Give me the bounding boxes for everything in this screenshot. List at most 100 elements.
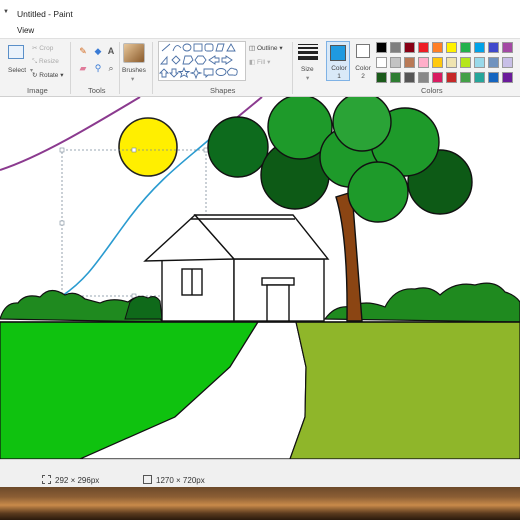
palette-swatch[interactable]: [418, 57, 429, 68]
outline-button[interactable]: Outline: [257, 45, 278, 52]
palette-swatch[interactable]: [404, 72, 415, 83]
pencil-icon[interactable]: ✎: [78, 46, 88, 56]
palette-swatch[interactable]: [446, 72, 457, 83]
selection-size: 292 × 296px: [55, 476, 100, 485]
shape-up-arrow-icon: [158, 68, 170, 78]
drawing-canvas[interactable]: [0, 97, 520, 459]
palette-swatch[interactable]: [432, 72, 443, 83]
palette-swatch[interactable]: [488, 57, 499, 68]
canvas-size-icon: [143, 475, 152, 484]
shape-pentagon-icon: [182, 55, 194, 65]
crop-button[interactable]: Crop: [39, 45, 53, 52]
shape-left-arrow-icon: [208, 55, 220, 65]
house-door: [266, 284, 290, 322]
palette-swatch[interactable]: [390, 42, 401, 53]
color1-label: Color 1: [331, 65, 347, 80]
size-button[interactable]: Size: [301, 66, 314, 73]
resize-icon: ⤡: [32, 58, 40, 65]
shapes-grid: [158, 43, 238, 80]
palette-swatch[interactable]: [432, 57, 443, 68]
palette-swatch[interactable]: [460, 42, 471, 53]
palette-swatch[interactable]: [432, 42, 443, 53]
group-label-image: Image: [27, 86, 48, 95]
divider: [152, 42, 153, 94]
shape-oval-callout-icon: [215, 68, 227, 76]
group-label-colors: Colors: [421, 86, 443, 95]
rotate-button[interactable]: Rotate: [39, 72, 58, 79]
shape-hexagon-icon: [194, 55, 207, 65]
brushes-dropdown-icon[interactable]: ▾: [131, 75, 134, 83]
divider: [119, 42, 120, 94]
palette-swatch[interactable]: [474, 57, 485, 68]
quick-access-chevron-icon[interactable]: ▼: [3, 9, 9, 15]
shape-star-icon: [177, 66, 191, 79]
text-tool-icon[interactable]: A: [106, 46, 116, 56]
brushes-button[interactable]: Brushes: [122, 67, 146, 74]
palette-swatch[interactable]: [418, 42, 429, 53]
desktop-background: [0, 487, 520, 520]
color2-swatch: [356, 44, 370, 58]
canvas-size: 1270 × 720px: [156, 476, 205, 485]
canvas-drawing: [0, 97, 520, 459]
palette-swatch[interactable]: [404, 42, 415, 53]
brushes-icon[interactable]: [123, 43, 145, 63]
eraser-icon[interactable]: ▰: [78, 63, 88, 73]
shape-down-arrow-icon: [168, 68, 180, 78]
purple-line: [0, 97, 141, 171]
status-bar: 292 × 296px 1270 × 720px: [0, 459, 520, 487]
palette-swatch[interactable]: [390, 57, 401, 68]
title-bar: ▼ Untitled - Paint: [0, 0, 520, 26]
palette-swatch[interactable]: [502, 72, 513, 83]
palette-swatch[interactable]: [390, 72, 401, 83]
sun: [118, 117, 178, 177]
shape-cloud-callout-icon: [227, 67, 238, 76]
palette-swatch[interactable]: [474, 72, 485, 83]
menu-bar: View: [0, 26, 520, 38]
tab-view[interactable]: View: [17, 26, 34, 35]
palette-swatch[interactable]: [460, 57, 471, 68]
palette-swatch[interactable]: [460, 72, 471, 83]
fill-bucket-icon[interactable]: ◆: [93, 46, 103, 56]
palette-swatch[interactable]: [502, 42, 513, 53]
shape-right-arrow-icon: [221, 55, 233, 65]
house-door-canopy: [261, 277, 295, 286]
paint-window: ▼ Untitled - Paint View Select ▾ ✂ Crop …: [0, 0, 520, 520]
resize-button[interactable]: Resize: [39, 58, 59, 65]
palette-swatch[interactable]: [446, 42, 457, 53]
color-picker-icon[interactable]: ⚲: [93, 63, 103, 73]
palette-swatch[interactable]: [376, 72, 387, 83]
palette-swatch[interactable]: [488, 72, 499, 83]
divider: [292, 42, 293, 94]
group-label-tools: Tools: [88, 86, 106, 95]
shape-curve-icon: [172, 45, 182, 52]
fill-icon: ◧: [249, 59, 257, 66]
palette-swatch[interactable]: [418, 72, 429, 83]
palette-swatch[interactable]: [474, 42, 485, 53]
magnifier-icon[interactable]: ⌕: [106, 63, 116, 73]
fill-button[interactable]: Fill: [257, 59, 265, 66]
shape-four-point-star-icon: [189, 66, 203, 80]
line-size-icon[interactable]: [298, 44, 318, 62]
outline-icon: ◫: [249, 45, 257, 52]
select-button[interactable]: Select: [8, 67, 26, 74]
shape-rectangle-icon: [193, 43, 203, 52]
shape-rounded-rect-icon: [204, 43, 214, 52]
palette-swatch[interactable]: [502, 57, 513, 68]
palette-swatch[interactable]: [376, 42, 387, 53]
shape-callout-icon: [203, 68, 214, 79]
shape-line-icon: [161, 43, 171, 52]
window-title: Untitled - Paint: [17, 9, 73, 19]
shape-oval-icon: [182, 43, 192, 52]
size-dropdown-icon[interactable]: ▾: [306, 74, 309, 82]
select-tool-icon[interactable]: [8, 45, 24, 59]
shape-diamond-icon: [171, 55, 181, 65]
palette-swatch[interactable]: [404, 57, 415, 68]
palette-swatch[interactable]: [488, 42, 499, 53]
ribbon: Select ▾ ✂ Crop ⤡ Resize ↻ Rotate ▾ Imag…: [0, 38, 520, 97]
selection-size-icon: [42, 475, 51, 484]
palette-swatch[interactable]: [376, 57, 387, 68]
shapes-gallery[interactable]: [158, 41, 246, 81]
color2-label: Color 2: [355, 65, 371, 80]
shape-triangle-icon: [226, 43, 236, 52]
palette-swatch[interactable]: [446, 57, 457, 68]
